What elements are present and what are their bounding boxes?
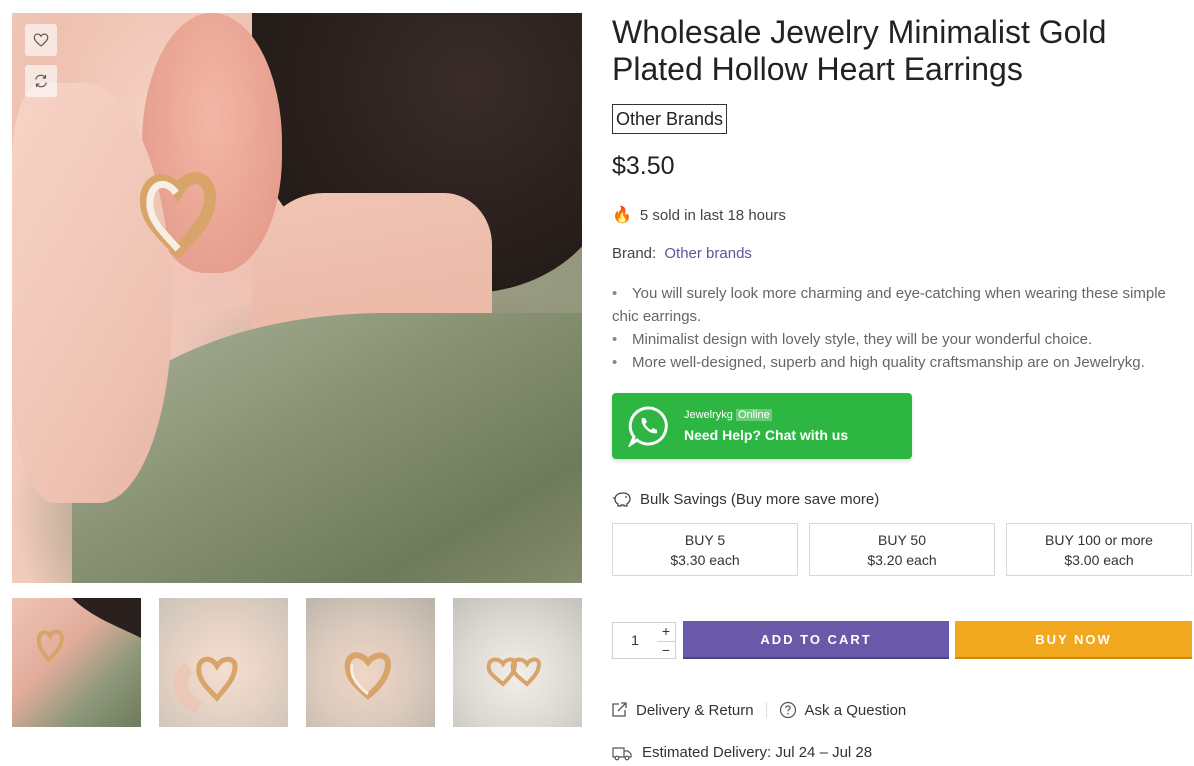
feature-list: You will surely look more charming and e… — [612, 282, 1190, 374]
bulk-savings-title: Bulk Savings (Buy more save more) — [640, 490, 880, 508]
fire-icon: 🔥 — [612, 207, 632, 224]
thumbnail-earring-graphic — [36, 598, 141, 664]
feature-item: You will surely look more charming and e… — [612, 282, 1190, 328]
tier-quantity: BUY 50 — [878, 532, 926, 548]
thumbnail-earring-graphic — [486, 657, 542, 687]
feature-item: More well-designed, superb and high qual… — [612, 351, 1190, 374]
wishlist-button[interactable] — [25, 24, 57, 56]
info-links: Delivery & Return Ask a Question — [610, 701, 906, 719]
quantity-decrease-button[interactable]: − — [657, 641, 675, 658]
thumbnail-2[interactable] — [159, 598, 288, 727]
brand-link[interactable]: Other brands — [664, 245, 752, 262]
compare-button[interactable] — [25, 65, 57, 97]
brand-label: Brand: — [612, 245, 657, 262]
feature-item: Minimalist design with lovely style, the… — [612, 328, 1190, 351]
tier-price: $3.00 each — [1064, 552, 1134, 568]
tier-price: $3.20 each — [867, 552, 937, 568]
bulk-tier[interactable]: BUY 5 $3.30 each — [612, 523, 798, 576]
truck-icon — [612, 746, 632, 760]
link-divider — [765, 702, 767, 718]
thumbnail-earring-graphic — [173, 656, 238, 715]
heart-icon — [33, 33, 49, 47]
whatsapp-cta: Need Help? Chat with us — [684, 427, 849, 443]
thumbnail-strip — [12, 598, 582, 727]
tier-quantity: BUY 100 or more — [1045, 532, 1153, 548]
ask-question-label: Ask a Question — [804, 701, 907, 719]
tier-price: $3.30 each — [670, 552, 740, 568]
thumbnail-4[interactable] — [453, 598, 582, 727]
whatsapp-icon — [628, 406, 668, 447]
delivery-return-label: Delivery & Return — [636, 701, 754, 719]
heart-earring-graphic — [140, 172, 216, 257]
brand-badge[interactable]: Other Brands — [612, 104, 728, 134]
thumbnail-1[interactable] — [12, 598, 141, 727]
estimated-delivery: Estimated Delivery: Jul 24 – Jul 28 — [612, 744, 872, 761]
compare-icon — [35, 74, 47, 88]
quantity-stepper[interactable]: 1 + − — [612, 622, 676, 659]
whatsapp-contact: Jewelrykg Online — [684, 409, 772, 421]
whatsapp-status: Online — [735, 409, 772, 421]
bulk-tier-list: BUY 5 $3.30 each BUY 50 $3.20 each BUY 1… — [612, 523, 1192, 576]
piggy-bank-icon — [613, 492, 631, 507]
brand-line: Brand: Other brands — [612, 245, 752, 262]
bulk-savings-heading: Bulk Savings (Buy more save more) — [612, 490, 879, 508]
buy-now-button[interactable]: BUY NOW — [955, 621, 1192, 659]
bulk-tier[interactable]: BUY 50 $3.20 each — [809, 523, 995, 576]
product-title: Wholesale Jewelry Minimalist Gold Plated… — [612, 14, 1107, 87]
product-price: $3.50 — [612, 152, 675, 180]
quantity-input[interactable]: 1 — [613, 623, 657, 658]
thumbnail-earring-graphic — [344, 652, 392, 700]
add-to-cart-button[interactable]: ADD TO CART — [683, 621, 949, 659]
whatsapp-chat-button[interactable]: Jewelrykg Online Need Help? Chat with us — [612, 393, 912, 459]
whatsapp-name: Jewelrykg — [684, 409, 733, 421]
main-product-image[interactable] — [12, 13, 582, 583]
estimated-delivery-text: Estimated Delivery: Jul 24 – Jul 28 — [642, 744, 873, 761]
sold-text: 5 sold in last 18 hours — [639, 206, 786, 224]
sold-indicator: 🔥 5 sold in last 18 hours — [612, 205, 786, 225]
delivery-return-link[interactable]: Delivery & Return — [610, 701, 754, 719]
ask-question-link[interactable]: Ask a Question — [779, 701, 907, 719]
quantity-increase-button[interactable]: + — [657, 623, 675, 640]
question-circle-icon — [779, 701, 796, 719]
bulk-tier[interactable]: BUY 100 or more $3.00 each — [1006, 523, 1192, 576]
thumbnail-3[interactable] — [306, 598, 435, 727]
share-box-icon — [612, 702, 627, 717]
tier-quantity: BUY 5 — [684, 532, 726, 548]
